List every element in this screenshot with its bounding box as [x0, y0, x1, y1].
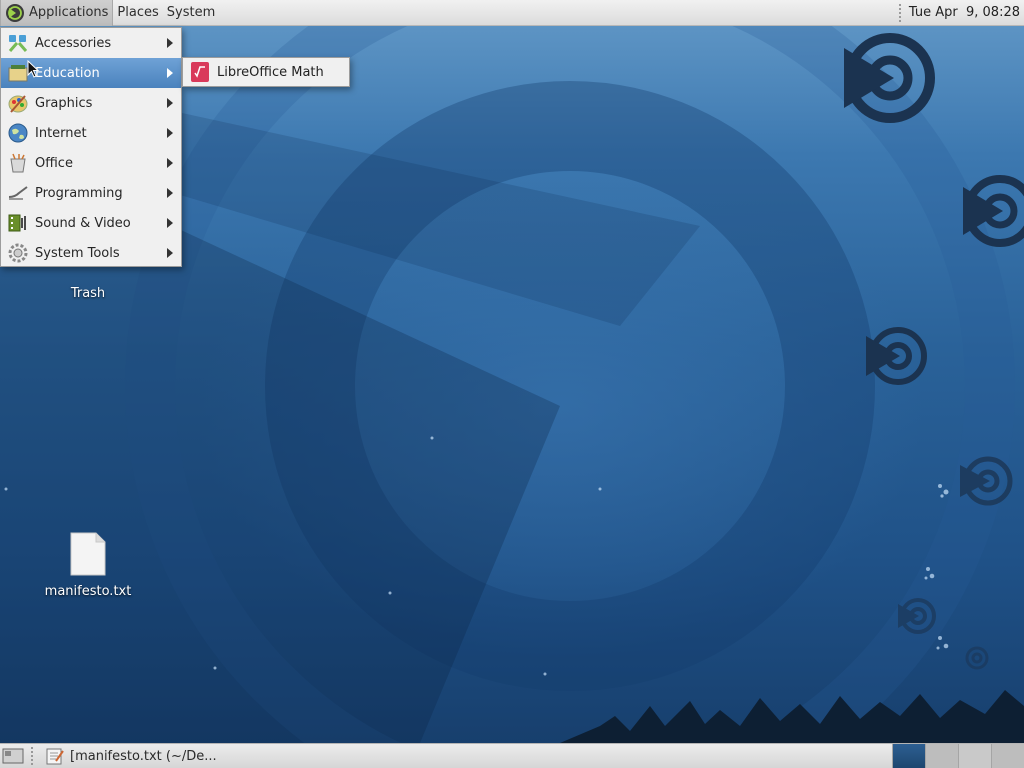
submenu-arrow-icon [167, 218, 173, 228]
clock-area: Tue Apr 9, 08:28 [896, 0, 1024, 26]
menu-item-internet[interactable]: Internet [1, 118, 181, 148]
workspace-switcher [892, 744, 1024, 768]
menu-item-programming[interactable]: Programming [1, 178, 181, 208]
menu-item-label: Internet [35, 125, 87, 141]
menu-item-label: Graphics [35, 95, 93, 111]
workspace-2[interactable] [925, 744, 958, 768]
menu-item-label: Accessories [35, 35, 112, 51]
submenu-arrow-icon [167, 188, 173, 198]
mouse-pointer-icon [27, 60, 39, 78]
workspace-1[interactable] [892, 744, 925, 768]
menu-item-system-tools[interactable]: System Tools [1, 238, 181, 268]
text-file-icon [70, 532, 106, 576]
panel-drag-handle[interactable] [28, 747, 36, 765]
submenu-arrow-icon [167, 158, 173, 168]
menu-item-graphics[interactable]: Graphics [1, 88, 181, 118]
education-icon [8, 65, 28, 82]
system-menu-label: System [166, 5, 216, 20]
internet-icon [8, 123, 28, 143]
submenu-item-label: LibreOffice Math [217, 64, 324, 80]
menu-item-label: Office [35, 155, 73, 171]
desktop-icon-label: manifesto.txt [44, 584, 132, 599]
submenu-arrow-icon [167, 248, 173, 258]
workspace-4[interactable] [991, 744, 1024, 768]
desktop-icon-label: Trash [70, 286, 106, 301]
office-icon [10, 153, 26, 173]
taskbar-window-title: [manifesto.txt (~/De... [70, 748, 217, 764]
show-desktop-icon[interactable] [2, 746, 24, 766]
menu-item-label: Programming [35, 185, 123, 201]
applications-menu-button[interactable]: Applications [0, 0, 114, 26]
menu-item-label: Sound & Video [35, 215, 131, 231]
top-panel: Applications Places System Tue Apr 9, 08… [0, 0, 1024, 26]
distro-logo-icon [6, 3, 24, 22]
panel-drag-handle[interactable] [896, 3, 903, 22]
submenu-arrow-icon [167, 68, 173, 78]
text-editor-icon [46, 748, 64, 765]
submenu-arrow-icon [167, 38, 173, 48]
submenu-arrow-icon [167, 128, 173, 138]
libreoffice-math-icon [191, 62, 209, 82]
accessories-icon [8, 35, 28, 52]
clock[interactable]: Tue Apr 9, 08:28 [909, 5, 1020, 20]
taskbar-window-button[interactable]: [manifesto.txt (~/De... [40, 744, 223, 768]
menu-item-label: System Tools [35, 245, 120, 261]
bottom-panel: [manifesto.txt (~/De... [0, 743, 1024, 768]
submenu-item-libreoffice-math[interactable]: LibreOffice Math [183, 58, 349, 86]
places-menu-label: Places [117, 5, 159, 20]
desktop-icon-manifesto[interactable]: manifesto.txt [38, 532, 138, 599]
system-tools-icon [8, 243, 28, 263]
menu-item-label: Education [35, 65, 100, 81]
menu-item-office[interactable]: Office [1, 148, 181, 178]
programming-icon [8, 186, 28, 200]
education-submenu: LibreOffice Math [182, 57, 350, 87]
workspace-3[interactable] [958, 744, 991, 768]
submenu-arrow-icon [167, 98, 173, 108]
places-menu-button[interactable]: Places [113, 0, 162, 26]
menu-item-accessories[interactable]: Accessories [1, 28, 181, 58]
menu-item-sound-video[interactable]: Sound & Video [1, 208, 181, 238]
applications-menu-label: Applications [29, 5, 109, 20]
sound-video-icon [8, 214, 26, 232]
graphics-icon [8, 95, 28, 113]
system-menu-button[interactable]: System [163, 0, 219, 26]
